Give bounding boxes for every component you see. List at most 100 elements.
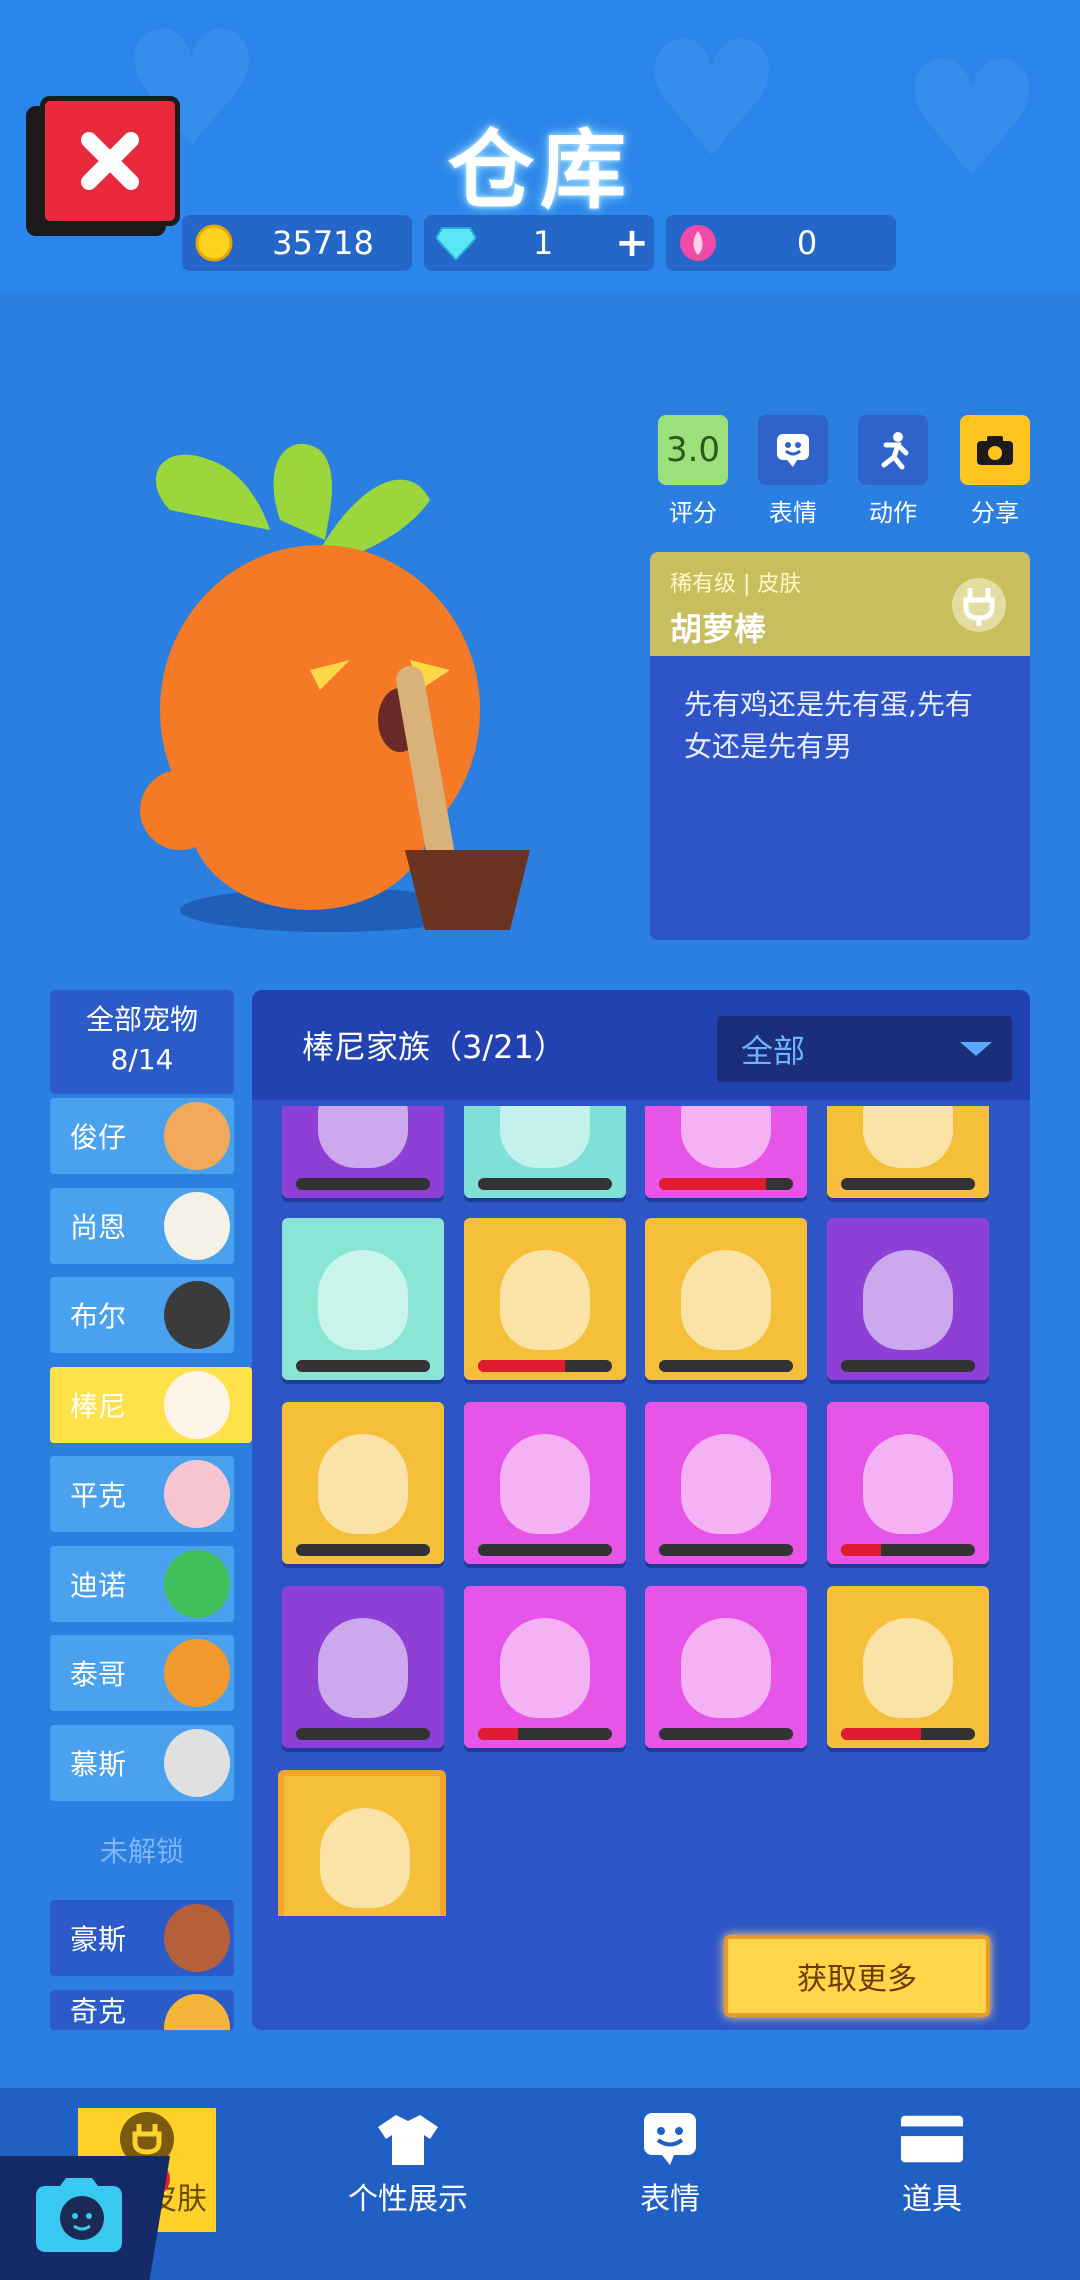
skin-progress-fill	[478, 1728, 519, 1740]
skin-card[interactable]	[645, 1586, 807, 1748]
skin-card[interactable]	[645, 1218, 807, 1380]
pet-list-item[interactable]: 奇克	[50, 1989, 234, 2030]
add-gems-button[interactable]: +	[610, 220, 654, 266]
pet-list-item[interactable]: 尚恩	[50, 1187, 234, 1264]
pet-list-item[interactable]: 豪斯	[50, 1900, 234, 1976]
pet-list-item[interactable]: 布尔	[50, 1277, 234, 1353]
skin-progress-bar	[841, 1728, 975, 1740]
tshirt-icon	[376, 2110, 440, 2168]
rating-button[interactable]: 3.0 评分	[658, 415, 728, 528]
skin-thumbnail	[500, 1618, 590, 1718]
floating-camera-button[interactable]	[30, 2176, 126, 2256]
chevron-down-icon	[960, 1042, 992, 1056]
skin-card[interactable]	[282, 1218, 444, 1380]
pet-list-item[interactable]: 迪诺	[50, 1545, 234, 1622]
skin-thumbnail	[863, 1106, 953, 1168]
skin-progress-bar	[841, 1360, 975, 1372]
nav-profile-display[interactable]: 个性展示	[328, 2110, 488, 2218]
skin-card[interactable]	[282, 1586, 444, 1748]
pet-name: 慕斯	[70, 1747, 127, 1781]
skin-thumbnail	[863, 1618, 953, 1718]
gem-icon	[436, 223, 476, 263]
pet-character-image[interactable]	[110, 420, 560, 940]
skin-progress-bar	[659, 1360, 793, 1372]
nav-emotes[interactable]: 表情	[590, 2110, 750, 2218]
rating-label: 评分	[669, 499, 717, 527]
pet-name: 奇克	[70, 1994, 127, 2028]
skin-card[interactable]	[827, 1586, 989, 1748]
skin-thumbnail	[318, 1106, 408, 1168]
action-button[interactable]: 动作	[858, 415, 928, 528]
emote-icon	[758, 415, 828, 485]
skin-thumbnail	[500, 1250, 590, 1350]
nav-label: 个性展示	[348, 2182, 468, 2217]
skin-progress-fill	[841, 1544, 882, 1556]
skin-card[interactable]	[464, 1586, 626, 1748]
skin-card[interactable]	[827, 1106, 989, 1198]
emote-label: 表情	[769, 499, 817, 527]
skin-progress-bar	[478, 1544, 612, 1556]
pet-list-item[interactable]: 俊仔	[50, 1098, 234, 1174]
pet-name: 豪斯	[70, 1923, 127, 1956]
skin-card[interactable]	[645, 1402, 807, 1564]
pet-avatar	[164, 1102, 230, 1170]
skin-card[interactable]	[464, 1106, 626, 1198]
skin-card[interactable]	[278, 1770, 446, 1916]
skin-progress-bar	[841, 1178, 975, 1190]
get-more-button[interactable]: 获取更多	[724, 1935, 990, 2017]
filter-dropdown[interactable]: 全部	[717, 1016, 1012, 1082]
emote-icon	[638, 2110, 702, 2168]
coin-value: 35718	[272, 224, 374, 262]
skin-progress-bar	[296, 1728, 430, 1740]
skin-card[interactable]	[282, 1106, 444, 1198]
pet-avatar	[164, 1370, 230, 1439]
card-icon	[900, 2110, 964, 2168]
pet-list-item[interactable]: 泰哥	[50, 1635, 234, 1711]
emote-button[interactable]: 表情	[758, 415, 828, 528]
skin-card[interactable]	[464, 1402, 626, 1564]
all-pets-tab[interactable]: 全部宠物 8/14	[50, 990, 234, 1094]
pet-name: 布尔	[70, 1300, 127, 1333]
skin-progress-fill	[841, 1728, 922, 1740]
skin-progress-bar	[659, 1544, 793, 1556]
all-pets-count: 8/14	[110, 1043, 174, 1076]
skin-thumbnail	[318, 1250, 408, 1350]
share-button[interactable]: 分享	[960, 415, 1030, 528]
skin-card[interactable]	[464, 1218, 626, 1380]
pet-list-item[interactable]: 平克	[50, 1456, 234, 1532]
coin-counter: 35718	[182, 215, 412, 271]
pet-avatar	[164, 1728, 230, 1797]
skin-thumbnail	[681, 1106, 771, 1168]
pet-name: 棒尼	[70, 1389, 127, 1423]
skin-thumbnail	[320, 1808, 410, 1908]
lotus-value: 0	[796, 224, 818, 262]
skin-description: 先有鸡还是先有蛋,先有女还是先有男	[684, 688, 973, 763]
camera-icon	[960, 415, 1030, 485]
skin-card[interactable]	[827, 1402, 989, 1564]
nav-items[interactable]: 道具	[852, 2110, 1012, 2218]
skin-grid[interactable]	[252, 1106, 1030, 1916]
rating-value: 3.0	[658, 415, 728, 485]
pet-name: 俊仔	[70, 1121, 127, 1154]
pet-list-item[interactable]: 慕斯	[50, 1724, 234, 1801]
locked-label: 未解锁	[99, 1835, 184, 1868]
plug-icon	[952, 578, 1006, 632]
pet-avatar	[164, 1904, 230, 1972]
pet-name: 泰哥	[70, 1658, 127, 1691]
skin-thumbnail	[500, 1106, 590, 1168]
page-title: 仓库	[448, 121, 632, 221]
pet-name: 迪诺	[70, 1568, 127, 1602]
skin-thumbnail	[500, 1434, 590, 1534]
skin-rarity: 稀有级	[670, 572, 737, 597]
pet-list-item[interactable]: 棒尼	[50, 1366, 252, 1443]
skin-card[interactable]	[282, 1402, 444, 1564]
family-title: 棒尼家族（3/21）	[302, 1028, 566, 1066]
nav-label: 道具	[902, 2182, 962, 2217]
skin-progress-bar	[841, 1544, 975, 1556]
skin-card[interactable]	[827, 1218, 989, 1380]
pet-name: 平克	[70, 1479, 127, 1512]
skin-card[interactable]	[645, 1106, 807, 1198]
pet-avatar	[164, 1549, 230, 1618]
skin-thumbnail	[863, 1250, 953, 1350]
nav-label: 表情	[640, 2182, 700, 2217]
